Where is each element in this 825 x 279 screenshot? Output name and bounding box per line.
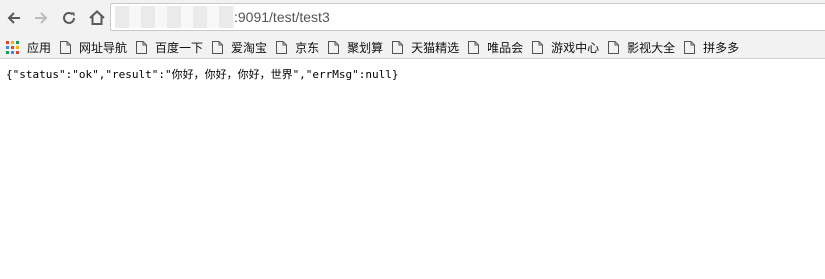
bookmark-label: 天猫精选 xyxy=(411,40,460,55)
bookmark-label: 京东 xyxy=(295,40,320,55)
page-icon xyxy=(212,40,224,54)
bookmark-label: 网址导航 xyxy=(79,40,128,55)
page-icon xyxy=(608,40,620,54)
bookmark-item[interactable]: 拼多多 xyxy=(684,39,739,56)
page-icon xyxy=(392,40,404,54)
page-icon xyxy=(684,40,696,54)
reload-icon xyxy=(63,11,75,24)
bookmark-label: 百度一下 xyxy=(155,40,204,55)
page-icon xyxy=(328,40,340,54)
page-icon xyxy=(532,40,544,54)
page-icon xyxy=(136,40,148,54)
bookmark-label: 聚划算 xyxy=(347,40,384,55)
forward-arrow-icon xyxy=(35,12,48,24)
bookmark-label: 拼多多 xyxy=(703,40,740,55)
bookmark-label: 影视大全 xyxy=(627,40,676,55)
bookmarks-bar: 应用 网址导航 百度一下 爱淘宝 京东 聚划算 天猫精选 唯品会 游戏中心 影视… xyxy=(0,36,825,59)
json-response-text: {"status":"ok","result":"你好，你好，你好，世界","e… xyxy=(6,68,399,81)
bookmark-item[interactable]: 聚划算 xyxy=(328,39,383,56)
bookmark-item[interactable]: 京东 xyxy=(276,39,319,56)
page-icon xyxy=(276,40,288,54)
blurred-host xyxy=(115,6,235,28)
url-text: :9091/test/test3 xyxy=(234,9,330,25)
bookmark-item[interactable]: 天猫精选 xyxy=(392,39,459,56)
address-bar[interactable]: :9091/test/test3 xyxy=(110,3,825,31)
back-arrow-icon xyxy=(7,12,20,24)
browser-toolbar: :9091/test/test3 xyxy=(0,0,825,36)
page-icon xyxy=(468,40,480,54)
back-button[interactable] xyxy=(2,6,26,30)
page-icon xyxy=(60,40,72,54)
bookmark-label: 爱淘宝 xyxy=(231,40,268,55)
bookmark-label: 唯品会 xyxy=(487,40,524,55)
bookmark-label: 应用 xyxy=(27,40,52,55)
home-button[interactable] xyxy=(85,6,109,30)
home-icon xyxy=(89,10,105,25)
bookmark-item[interactable]: 唯品会 xyxy=(468,39,523,56)
reload-button[interactable] xyxy=(57,6,81,30)
bookmark-label: 游戏中心 xyxy=(551,40,600,55)
bookmark-item[interactable]: 影视大全 xyxy=(608,39,675,56)
bookmark-item[interactable]: 爱淘宝 xyxy=(212,39,267,56)
bookmark-item[interactable]: 游戏中心 xyxy=(532,39,599,56)
bookmark-apps[interactable]: 应用 xyxy=(6,39,51,56)
apps-grid-icon xyxy=(6,40,19,54)
bookmark-item[interactable]: 网址导航 xyxy=(60,39,127,56)
bookmark-item[interactable]: 百度一下 xyxy=(136,39,203,56)
forward-button[interactable] xyxy=(29,6,53,30)
